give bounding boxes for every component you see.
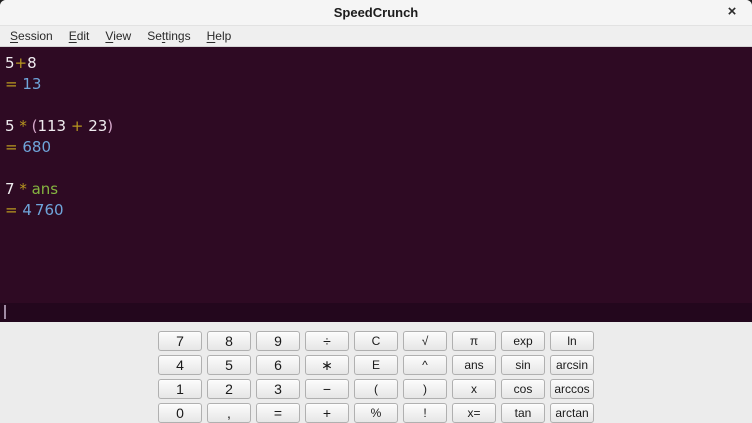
history-token: 680 xyxy=(22,138,51,156)
history-token: = xyxy=(5,201,18,219)
key-equals[interactable]: = xyxy=(256,403,300,423)
history-token: + xyxy=(71,117,84,135)
history-token: ) xyxy=(107,117,113,135)
key-exp[interactable]: exp xyxy=(501,331,545,351)
history-token: 5 xyxy=(5,117,19,135)
menu-item-edit[interactable]: Edit xyxy=(61,27,98,45)
speedcrunch-window: SpeedCrunch × SessionEditViewSettingsHel… xyxy=(0,0,752,423)
key-percent[interactable]: % xyxy=(354,403,398,423)
history-spacer xyxy=(5,95,747,116)
history-line: = 680 xyxy=(5,137,747,158)
key-multiply[interactable]: ∗ xyxy=(305,355,349,375)
key-assign[interactable]: x= xyxy=(452,403,496,423)
key-arcsin[interactable]: arcsin xyxy=(550,355,594,375)
key-5[interactable]: 5 xyxy=(207,355,251,375)
key-comma[interactable]: , xyxy=(207,403,251,423)
menu-item-settings[interactable]: Settings xyxy=(139,27,198,45)
window-title: SpeedCrunch xyxy=(334,5,419,20)
close-icon[interactable]: × xyxy=(722,2,742,22)
history-token: 23 xyxy=(83,117,107,135)
key-plus[interactable]: + xyxy=(305,403,349,423)
title-bar: SpeedCrunch × xyxy=(0,0,752,26)
menu-item-help[interactable]: Help xyxy=(199,27,240,45)
key-cos[interactable]: cos xyxy=(501,379,545,399)
key-arctan[interactable]: arctan xyxy=(550,403,594,423)
key-divide[interactable]: ÷ xyxy=(305,331,349,351)
key-tan[interactable]: tan xyxy=(501,403,545,423)
history-token: 113 xyxy=(37,117,70,135)
history-token: * xyxy=(19,180,27,198)
history-token: 13 xyxy=(22,75,41,93)
menu-bar: SessionEditViewSettingsHelp xyxy=(0,26,752,47)
key-4[interactable]: 4 xyxy=(158,355,202,375)
key-ln[interactable]: ln xyxy=(550,331,594,351)
key-8[interactable]: 8 xyxy=(207,331,251,351)
key-6[interactable]: 6 xyxy=(256,355,300,375)
key-open-paren[interactable]: ( xyxy=(354,379,398,399)
key-9[interactable]: 9 xyxy=(256,331,300,351)
key-close-paren[interactable]: ) xyxy=(403,379,447,399)
key-sqrt[interactable]: √ xyxy=(403,331,447,351)
calculation-history: 5+8= 135 * (113 + 23)= 6807 * ans= 4 760 xyxy=(0,47,752,221)
history-token: 4 760 xyxy=(22,201,63,219)
menu-item-session[interactable]: Session xyxy=(2,27,61,45)
history-token: + xyxy=(15,54,28,72)
text-cursor xyxy=(4,305,6,319)
key-power[interactable]: ^ xyxy=(403,355,447,375)
history-line: 5 * (113 + 23) xyxy=(5,116,747,137)
key-1[interactable]: 1 xyxy=(158,379,202,399)
calculator-display: 5+8= 135 * (113 + 23)= 6807 * ans= 4 760 xyxy=(0,47,752,322)
history-token: ans xyxy=(32,180,59,198)
history-token: 8 xyxy=(27,54,37,72)
key-sin[interactable]: sin xyxy=(501,355,545,375)
history-line: 5+8 xyxy=(5,53,747,74)
history-token: * xyxy=(19,117,27,135)
history-token: 5 xyxy=(5,54,15,72)
history-token: = xyxy=(5,138,18,156)
history-line: = 4 760 xyxy=(5,200,747,221)
key-exponent[interactable]: E xyxy=(354,355,398,375)
history-token: 7 xyxy=(5,180,19,198)
keypad: 789÷C√πexpln 456∗E^anssinarcsin 123−()xcos… xyxy=(0,322,752,423)
menu-item-view[interactable]: View xyxy=(97,27,139,45)
key-ans[interactable]: ans xyxy=(452,355,496,375)
history-token: = xyxy=(5,75,18,93)
history-line: = 13 xyxy=(5,74,747,95)
key-clear[interactable]: C xyxy=(354,331,398,351)
expression-input[interactable] xyxy=(0,303,752,322)
key-7[interactable]: 7 xyxy=(158,331,202,351)
key-arccos[interactable]: arccos xyxy=(550,379,594,399)
history-spacer xyxy=(5,158,747,179)
key-factorial[interactable]: ! xyxy=(403,403,447,423)
key-x[interactable]: x xyxy=(452,379,496,399)
key-pi[interactable]: π xyxy=(452,331,496,351)
key-2[interactable]: 2 xyxy=(207,379,251,399)
key-0[interactable]: 0 xyxy=(158,403,202,423)
key-3[interactable]: 3 xyxy=(256,379,300,399)
history-line: 7 * ans xyxy=(5,179,747,200)
key-minus[interactable]: − xyxy=(305,379,349,399)
